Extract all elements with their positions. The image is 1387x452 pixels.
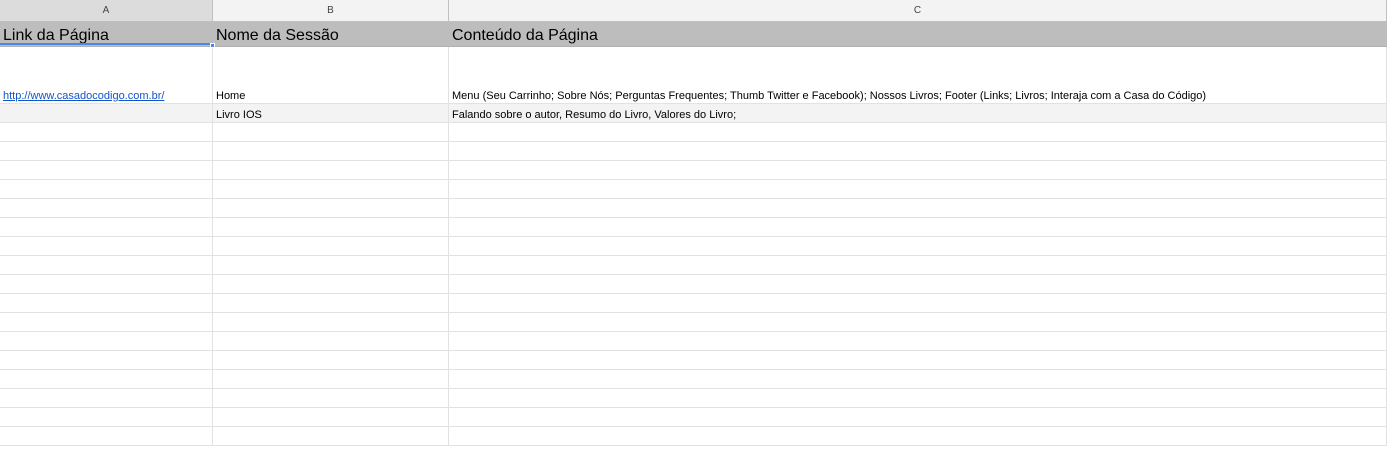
- cell-a16[interactable]: [0, 351, 213, 369]
- column-header-bar: A B C: [0, 0, 1387, 22]
- cell-a18[interactable]: [0, 389, 213, 407]
- cell-a3[interactable]: [0, 104, 213, 122]
- cell-a14[interactable]: [0, 313, 213, 331]
- cell-b9[interactable]: [213, 218, 449, 236]
- cell-c16[interactable]: [449, 351, 1387, 369]
- header-row: Link da Página Nome da Sessão Conteúdo d…: [0, 22, 1387, 47]
- cell-b5[interactable]: [213, 142, 449, 160]
- empty-row: [0, 294, 1387, 313]
- cell-b12[interactable]: [213, 275, 449, 293]
- empty-row: [0, 332, 1387, 351]
- empty-row: [0, 370, 1387, 389]
- cell-a15[interactable]: [0, 332, 213, 350]
- empty-row: [0, 389, 1387, 408]
- cell-b15[interactable]: [213, 332, 449, 350]
- cell-b20[interactable]: [213, 427, 449, 445]
- cell-b11[interactable]: [213, 256, 449, 274]
- empty-row: [0, 237, 1387, 256]
- cell-a10[interactable]: [0, 237, 213, 255]
- cell-c17[interactable]: [449, 370, 1387, 388]
- cell-c15[interactable]: [449, 332, 1387, 350]
- cell-a19[interactable]: [0, 408, 213, 426]
- empty-row: [0, 408, 1387, 427]
- table-row: Livro IOS Falando sobre o autor, Resumo …: [0, 104, 1387, 123]
- empty-row: [0, 256, 1387, 275]
- cell-b4[interactable]: [213, 123, 449, 141]
- cell-c5[interactable]: [449, 142, 1387, 160]
- empty-row: [0, 123, 1387, 142]
- cell-c13[interactable]: [449, 294, 1387, 312]
- cell-c14[interactable]: [449, 313, 1387, 331]
- cell-a17[interactable]: [0, 370, 213, 388]
- spreadsheet-grid[interactable]: A B C Link da Página Nome da Sessão Cont…: [0, 0, 1387, 452]
- cell-b10[interactable]: [213, 237, 449, 255]
- empty-row: [0, 313, 1387, 332]
- cell-c19[interactable]: [449, 408, 1387, 426]
- empty-row: [0, 351, 1387, 370]
- cell-a7[interactable]: [0, 180, 213, 198]
- cell-b7[interactable]: [213, 180, 449, 198]
- page-content: Menu (Seu Carrinho; Sobre Nós; Perguntas…: [452, 90, 1207, 102]
- cell-a5[interactable]: [0, 142, 213, 160]
- cell-b19[interactable]: [213, 408, 449, 426]
- cell-c12[interactable]: [449, 275, 1387, 293]
- cell-c20[interactable]: [449, 427, 1387, 445]
- empty-row: [0, 218, 1387, 237]
- header-nome-da-sessao: Nome da Sessão: [216, 27, 339, 44]
- cell-c8[interactable]: [449, 199, 1387, 217]
- cell-b3[interactable]: Livro IOS: [213, 104, 449, 122]
- cell-b18[interactable]: [213, 389, 449, 407]
- empty-row: [0, 161, 1387, 180]
- cell-b17[interactable]: [213, 370, 449, 388]
- cell-a1[interactable]: Link da Página: [0, 22, 213, 46]
- page-link[interactable]: http://www.casadocodigo.com.br/: [3, 90, 164, 102]
- cell-c1[interactable]: Conteúdo da Página: [449, 22, 1387, 46]
- cell-b8[interactable]: [213, 199, 449, 217]
- cell-c10[interactable]: [449, 237, 1387, 255]
- column-header-c[interactable]: C: [449, 0, 1387, 21]
- column-header-a[interactable]: A: [0, 0, 213, 21]
- cell-a11[interactable]: [0, 256, 213, 274]
- table-row: http://www.casadocodigo.com.br/ Home Men…: [0, 47, 1387, 104]
- cell-b1[interactable]: Nome da Sessão: [213, 22, 449, 46]
- empty-row: [0, 275, 1387, 294]
- cell-a8[interactable]: [0, 199, 213, 217]
- cell-c3[interactable]: Falando sobre o autor, Resumo do Livro, …: [449, 104, 1387, 122]
- page-content: Falando sobre o autor, Resumo do Livro, …: [452, 109, 737, 121]
- cell-a13[interactable]: [0, 294, 213, 312]
- cell-c4[interactable]: [449, 123, 1387, 141]
- empty-row: [0, 142, 1387, 161]
- header-link-da-pagina: Link da Página: [3, 27, 109, 44]
- cell-c9[interactable]: [449, 218, 1387, 236]
- header-conteudo-da-pagina: Conteúdo da Página: [452, 27, 598, 44]
- cell-a4[interactable]: [0, 123, 213, 141]
- cell-c11[interactable]: [449, 256, 1387, 274]
- column-header-b[interactable]: B: [213, 0, 449, 21]
- cell-c6[interactable]: [449, 161, 1387, 179]
- empty-row: [0, 427, 1387, 446]
- cell-a2[interactable]: http://www.casadocodigo.com.br/: [0, 47, 213, 103]
- cell-b14[interactable]: [213, 313, 449, 331]
- cell-b16[interactable]: [213, 351, 449, 369]
- cell-b2[interactable]: Home: [213, 47, 449, 103]
- section-name: Livro IOS: [216, 109, 262, 121]
- fill-handle[interactable]: [210, 43, 215, 48]
- cell-b6[interactable]: [213, 161, 449, 179]
- cell-b13[interactable]: [213, 294, 449, 312]
- empty-row: [0, 199, 1387, 218]
- cell-a12[interactable]: [0, 275, 213, 293]
- cell-c7[interactable]: [449, 180, 1387, 198]
- section-name: Home: [216, 90, 246, 102]
- cell-a9[interactable]: [0, 218, 213, 236]
- cell-c18[interactable]: [449, 389, 1387, 407]
- cell-c2[interactable]: Menu (Seu Carrinho; Sobre Nós; Perguntas…: [449, 47, 1387, 103]
- cell-a6[interactable]: [0, 161, 213, 179]
- empty-row: [0, 180, 1387, 199]
- cell-a20[interactable]: [0, 427, 213, 445]
